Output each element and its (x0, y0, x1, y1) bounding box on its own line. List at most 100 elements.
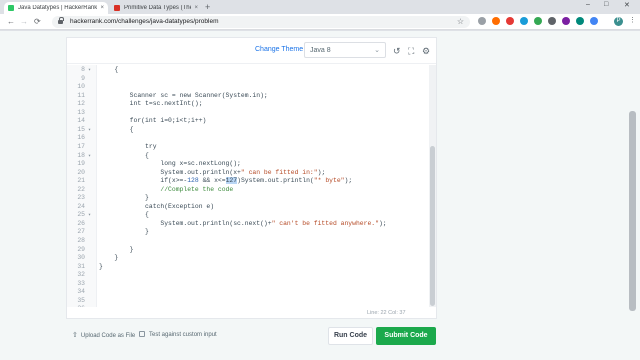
line-number: 27 (77, 228, 85, 236)
code-line: { (99, 211, 149, 218)
extension-icon[interactable] (590, 17, 598, 25)
code-line: System.out.println(sc.next()+" can't be … (99, 219, 387, 227)
extension-icon[interactable] (492, 17, 500, 25)
code-token: { (99, 211, 149, 219)
code-area[interactable]: 8 ▾ {9 10 11 Scanner sc = new Scanner(Syste… (67, 65, 427, 307)
extension-icon[interactable] (562, 17, 570, 25)
upload-icon: ⇧ (72, 332, 78, 339)
bookmark-star-icon[interactable]: ☆ (457, 17, 464, 26)
line-number: 18 (77, 151, 85, 159)
line-number: 32 (77, 271, 85, 279)
line-number: 25 (77, 211, 85, 219)
line-number: 9 (81, 74, 85, 82)
checkbox-box[interactable] (139, 331, 145, 337)
code-token: )System.out.println( (237, 177, 314, 185)
hackerrank-favicon-icon (8, 5, 14, 11)
code-line: //Complete the code (99, 186, 233, 193)
code-token: System.out.println(sc.next()+ (99, 219, 272, 227)
run-code-button[interactable]: Run Code (328, 327, 373, 345)
line-number: 31 (77, 262, 85, 270)
code-token: ); (344, 177, 353, 185)
code-line: } (99, 194, 149, 201)
editor-header: Change Theme Java 8 ⌄ ↺ ⛶ ⚙ (67, 38, 436, 64)
tab-close-icon[interactable]: × (100, 5, 104, 11)
fullscreen-icon[interactable]: ⛶ (408, 46, 414, 56)
browser-tab-strip: Java Datatypes | HackerRank × Primitive … (0, 0, 640, 14)
history-icon[interactable]: ↺ (393, 46, 401, 56)
code-token: if(x>=- (99, 177, 188, 185)
new-tab-button[interactable]: + (205, 2, 210, 12)
close-window-button[interactable]: ✕ (624, 1, 630, 9)
language-select[interactable]: Java 8 ⌄ (304, 42, 386, 58)
line-number: 14 (77, 117, 85, 125)
code-token: 128 (187, 177, 199, 185)
code-line: { (99, 152, 149, 159)
line-number: 29 (77, 245, 85, 253)
code-line: } (99, 254, 118, 261)
settings-gear-icon[interactable]: ⚙ (422, 46, 430, 56)
upload-code-link[interactable]: ⇧ Upload Code as File (72, 331, 135, 339)
profile-avatar[interactable]: P (614, 17, 623, 26)
page-content: Change Theme Java 8 ⌄ ↺ ⛶ ⚙ 8 ▾ {9 10 11 Sc… (0, 31, 640, 360)
code-token: catch(Exception e) (99, 202, 215, 210)
cursor-position-status: Line: 22 Col: 37 (367, 310, 406, 316)
submit-code-button[interactable]: Submit Code (376, 327, 436, 345)
line-number: 28 (77, 237, 85, 244)
line-number: 34 (77, 288, 85, 296)
address-bar[interactable]: hackerrank.com/challenges/java-datatypes… (52, 16, 470, 28)
url-text: hackerrank.com/challenges/java-datatypes… (70, 18, 219, 25)
fold-arrow-icon[interactable]: ▾ (88, 127, 91, 133)
line-number: 13 (77, 108, 85, 116)
line-number: 24 (77, 202, 85, 210)
code-token: int t=sc.nextInt(); (99, 100, 203, 108)
minimize-button[interactable]: – (586, 1, 590, 8)
fold-arrow-icon[interactable]: ▾ (88, 212, 91, 218)
tab-close-icon[interactable]: × (194, 5, 198, 11)
code-token: { (99, 151, 149, 159)
code-token: } (99, 194, 149, 202)
code-token: " can't be fitted anywhere." (271, 219, 379, 227)
extension-icon[interactable] (520, 17, 528, 25)
back-button[interactable]: ← (7, 16, 15, 28)
fold-arrow-icon[interactable]: ▾ (88, 153, 91, 159)
browser-menu-icon[interactable]: ⋮ (629, 17, 636, 25)
code-editor-panel: Change Theme Java 8 ⌄ ↺ ⛶ ⚙ 8 ▾ {9 10 11 Sc… (66, 37, 437, 319)
line-number: 36 (67, 305, 85, 307)
line-number: 16 (77, 134, 85, 142)
code-line: int t=sc.nextInt(); (99, 100, 203, 107)
line-number: 26 (77, 219, 85, 227)
extension-icon[interactable] (478, 17, 486, 25)
code-line: try (99, 143, 157, 150)
tab-title: Java Datatypes | HackerRank (18, 5, 98, 11)
line-number: 12 (77, 100, 85, 108)
line-number: 8 (81, 66, 85, 73)
reload-button[interactable]: ⟳ (34, 16, 41, 28)
custom-input-checkbox[interactable]: Test against custom input (139, 331, 217, 338)
line-number: 30 (77, 254, 85, 262)
fold-arrow-icon[interactable]: ▾ (88, 67, 91, 73)
tab-primitive-data-types[interactable]: Primitive Data Types (The Java™ × (110, 2, 202, 14)
code-token: Scanner sc = new Scanner(System.in); (99, 91, 268, 99)
code-token: } (99, 262, 103, 270)
code-token: "* byte" (313, 177, 345, 185)
page-scrollbar-thumb[interactable] (629, 111, 636, 311)
code-token: { (99, 66, 119, 73)
maximize-button[interactable]: □ (604, 1, 608, 8)
forward-button[interactable]: → (20, 16, 28, 28)
extension-icon[interactable] (534, 17, 542, 25)
code-line: catch(Exception e) (99, 203, 214, 210)
change-theme-link[interactable]: Change Theme (255, 46, 303, 53)
code-token: long x=sc.nextLong(); (99, 160, 241, 168)
extension-icon[interactable] (576, 17, 584, 25)
line-number: 11 (77, 91, 85, 99)
code-token: && x<= (198, 177, 226, 185)
line-number: 23 (77, 194, 85, 202)
line-number: 10 (77, 83, 85, 91)
extension-icon[interactable] (548, 17, 556, 25)
code-line: if(x>=-128 && x<=127)System.out.println(… (99, 177, 353, 185)
line-number: 17 (77, 142, 85, 150)
editor-scrollbar-thumb[interactable] (430, 146, 435, 306)
tab-java-datatypes[interactable]: Java Datatypes | HackerRank × (4, 2, 108, 14)
code-token: ); (378, 219, 387, 227)
extension-icon[interactable] (506, 17, 514, 25)
